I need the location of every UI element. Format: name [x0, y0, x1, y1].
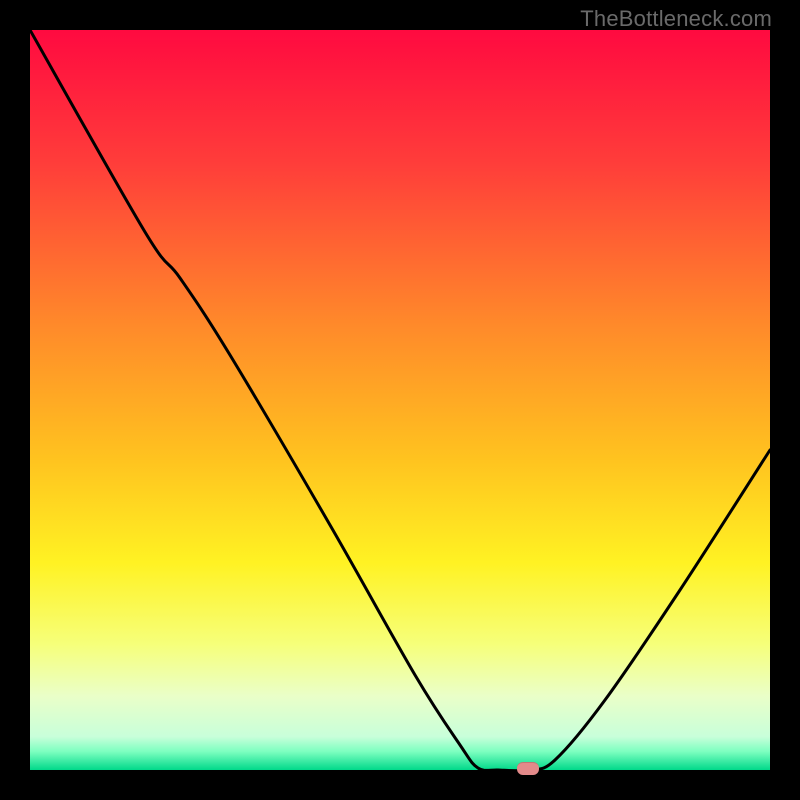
plot-area [30, 30, 770, 770]
chart-frame: TheBottleneck.com [0, 0, 800, 800]
optimal-point-marker [517, 762, 539, 775]
plot-svg [30, 30, 770, 770]
gradient-background [30, 30, 770, 770]
watermark-text: TheBottleneck.com [580, 6, 772, 32]
